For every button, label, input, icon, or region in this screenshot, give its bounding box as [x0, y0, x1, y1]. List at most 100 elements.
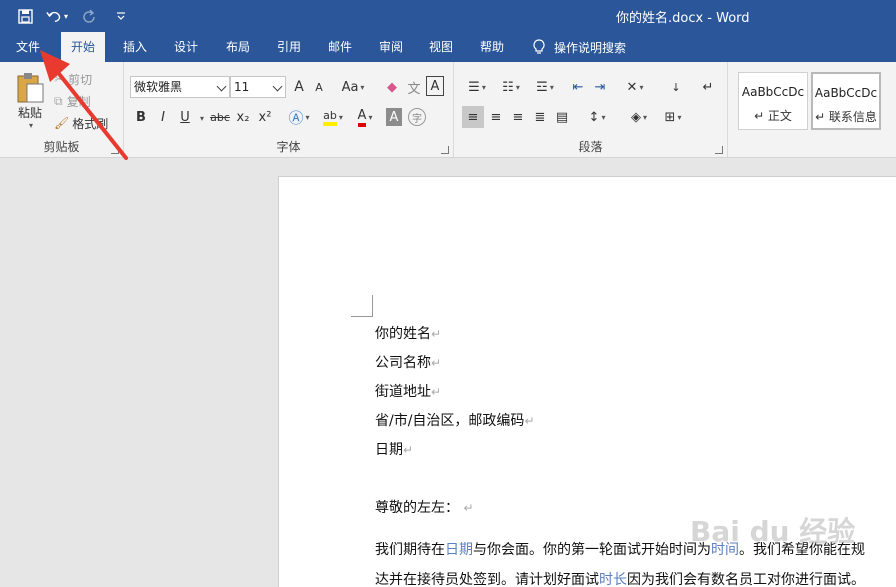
change-case-button[interactable]: Aa ▾ — [338, 76, 368, 98]
character-border-button[interactable]: A — [426, 76, 444, 96]
line-spacing-button[interactable]: ↕ ▾ — [582, 106, 612, 128]
font-family-combo[interactable]: 微软雅黑 — [130, 76, 230, 98]
tab-view[interactable]: 视图 — [419, 32, 463, 62]
tab-file[interactable]: 文件 — [6, 32, 50, 62]
justify-button[interactable]: ≣ — [530, 106, 550, 128]
font-size-chevron-down-icon — [272, 81, 283, 92]
highlight-button[interactable]: ab ▾ — [318, 106, 348, 128]
strikethrough-button[interactable]: abc — [208, 106, 232, 128]
grow-font-button[interactable]: A — [290, 76, 308, 98]
document-canvas: 你的姓名↵ 公司名称↵ 街道地址↵ 省/市/自治区，邮政编码↵ 日期↵ 尊敬的左… — [0, 158, 896, 587]
text-effects-button[interactable]: Ⓐ ▾ — [284, 106, 314, 128]
tab-review[interactable]: 审阅 — [369, 32, 413, 62]
tab-layout[interactable]: 布局 — [216, 32, 260, 62]
undo-icon[interactable]: ▾ — [46, 5, 68, 27]
align-center-button[interactable]: ≡ — [486, 106, 506, 128]
borders-chevron-down-icon: ▾ — [677, 112, 682, 122]
distributed-button[interactable]: ▤ — [552, 106, 572, 128]
font-color-button[interactable]: A ▾ — [350, 106, 380, 128]
bullets-chevron-down-icon: ▾ — [481, 82, 486, 92]
line-street-address[interactable]: 街道地址↵ — [375, 381, 441, 401]
paste-label: 粘贴 — [17, 106, 42, 120]
style-normal[interactable]: AaBbCcDc ↵ 正文 — [738, 72, 808, 130]
line-city-postal[interactable]: 省/市/自治区，邮政编码↵ — [375, 410, 535, 430]
format-painter-label: 格式刷 — [72, 116, 109, 131]
font-size-value: 11 — [234, 80, 250, 94]
scissors-icon: ✂ — [54, 72, 65, 86]
shading-button[interactable]: ◈ ▾ — [624, 106, 654, 128]
bold-button[interactable]: B — [132, 106, 150, 128]
enclose-characters-button[interactable]: 字 — [408, 108, 426, 126]
tell-me-search[interactable]: 操作说明搜索 — [532, 32, 626, 62]
font-color-icon: A — [357, 108, 367, 127]
phonetic-guide-button[interactable]: 文 — [404, 76, 424, 98]
cut-button[interactable]: ✂ 剪切 — [54, 70, 92, 88]
tab-home[interactable]: 开始 — [61, 32, 106, 62]
line-your-name[interactable]: 你的姓名↵ — [375, 323, 441, 343]
highlighter-icon: ab — [323, 109, 337, 126]
line-date[interactable]: 日期↵ — [375, 439, 413, 459]
clipboard-group-label: 剪贴板 — [43, 140, 80, 154]
decrease-indent-button[interactable]: ⇤ — [568, 76, 588, 98]
clipboard-dialog-launcher-icon[interactable] — [111, 146, 119, 154]
save-icon[interactable] — [14, 5, 36, 27]
underline-chevron-down-icon[interactable]: ▾ — [200, 114, 204, 123]
numbering-icon: ☷ — [502, 79, 514, 95]
redo-icon[interactable] — [78, 5, 100, 27]
body-paragraph-line-2[interactable]: 达并在接待员处签到。请计划好面试时长因为我们会有数名员工对你进行面试。 — [375, 569, 865, 587]
chinese-layout-icon: ✕ — [626, 79, 638, 95]
clipboard-group: 粘贴 ▾ ✂ 剪切 ⧉ 复制 🖌 格式刷 剪贴板 — [0, 62, 124, 158]
text-effects-icon: Ⓐ — [288, 108, 304, 127]
decrease-indent-icon: ⇤ — [572, 79, 584, 95]
highlight-chevron-down-icon: ▾ — [338, 112, 343, 122]
character-shading-button[interactable]: A — [386, 108, 402, 126]
chinese-layout-chevron-down-icon: ▾ — [639, 82, 644, 92]
italic-button[interactable]: I — [154, 106, 172, 128]
quick-access-toolbar: ▾ — [14, 5, 132, 27]
style-normal-sample: AaBbCcDc — [741, 85, 805, 99]
phonetic-guide-icon: 文 — [407, 81, 421, 97]
font-size-combo[interactable]: 11 — [230, 76, 286, 98]
customize-toolbar-chevron-down-icon[interactable] — [110, 5, 132, 27]
multilevel-list-icon: ☲ — [536, 79, 548, 95]
bullets-button[interactable]: ☰ ▾ — [462, 76, 492, 98]
font-group-label: 字体 — [276, 140, 301, 154]
style-contact-info-name: ↵ 联系信息 — [815, 110, 877, 124]
increase-indent-button[interactable]: ⇥ — [590, 76, 610, 98]
align-right-button[interactable]: ≡ — [508, 106, 528, 128]
line-company-name[interactable]: 公司名称↵ — [375, 352, 441, 372]
style-contact-info-sample: AaBbCcDc — [814, 86, 878, 100]
tab-design[interactable]: 设计 — [164, 32, 208, 62]
style-contact-info[interactable]: AaBbCcDc ↵ 联系信息 — [811, 72, 881, 130]
lightbulb-icon — [533, 39, 545, 54]
change-case-chevron-down-icon: ▾ — [360, 82, 365, 92]
chinese-layout-button[interactable]: ✕ ▾ — [620, 76, 650, 98]
sort-button[interactable]: ↓ — [666, 76, 686, 98]
tab-references[interactable]: 引用 — [267, 32, 311, 62]
paragraph-group: ☰ ▾ ☷ ▾ ☲ ▾ ⇤ ⇥ ✕ ▾ ↓ ↵ ≡ ≡ ≡ ≣ ▤ ↕ ▾ ◈ ▾ ⊞ ▾ 段… — [454, 62, 728, 158]
copy-button[interactable]: ⧉ 复制 — [54, 92, 91, 110]
shrink-font-button[interactable]: A — [310, 76, 328, 98]
tab-help[interactable]: 帮助 — [470, 32, 514, 62]
format-painter-button[interactable]: 🖌 格式刷 — [54, 114, 108, 132]
paste-button[interactable]: 粘贴 ▾ — [10, 68, 50, 134]
salutation[interactable]: 尊敬的左左： ↵ — [375, 497, 474, 517]
numbering-button[interactable]: ☷ ▾ — [496, 76, 526, 98]
underline-button[interactable]: U — [176, 106, 194, 128]
borders-button[interactable]: ⊞ ▾ — [658, 106, 688, 128]
tab-insert[interactable]: 插入 — [113, 32, 157, 62]
multilevel-list-button[interactable]: ☲ ▾ — [530, 76, 560, 98]
tab-mailings[interactable]: 邮件 — [318, 32, 362, 62]
copy-icon: ⧉ — [54, 93, 63, 108]
superscript-button[interactable]: x² — [256, 106, 274, 128]
subscript-button[interactable]: x₂ — [234, 106, 252, 128]
align-left-button[interactable]: ≡ — [462, 106, 484, 128]
font-color-chevron-down-icon: ▾ — [368, 112, 373, 122]
align-left-icon: ≡ — [467, 109, 479, 125]
show-marks-button[interactable]: ↵ — [698, 76, 718, 98]
ribbon-tab-bar: 文件 开始 插入 设计 布局 引用 邮件 审阅 视图 帮助 操作说明搜索 — [0, 32, 896, 62]
font-dialog-launcher-icon[interactable] — [441, 146, 449, 154]
increase-indent-icon: ⇥ — [594, 79, 606, 95]
paragraph-dialog-launcher-icon[interactable] — [715, 146, 723, 154]
clear-formatting-button[interactable]: ◆ — [382, 76, 402, 98]
